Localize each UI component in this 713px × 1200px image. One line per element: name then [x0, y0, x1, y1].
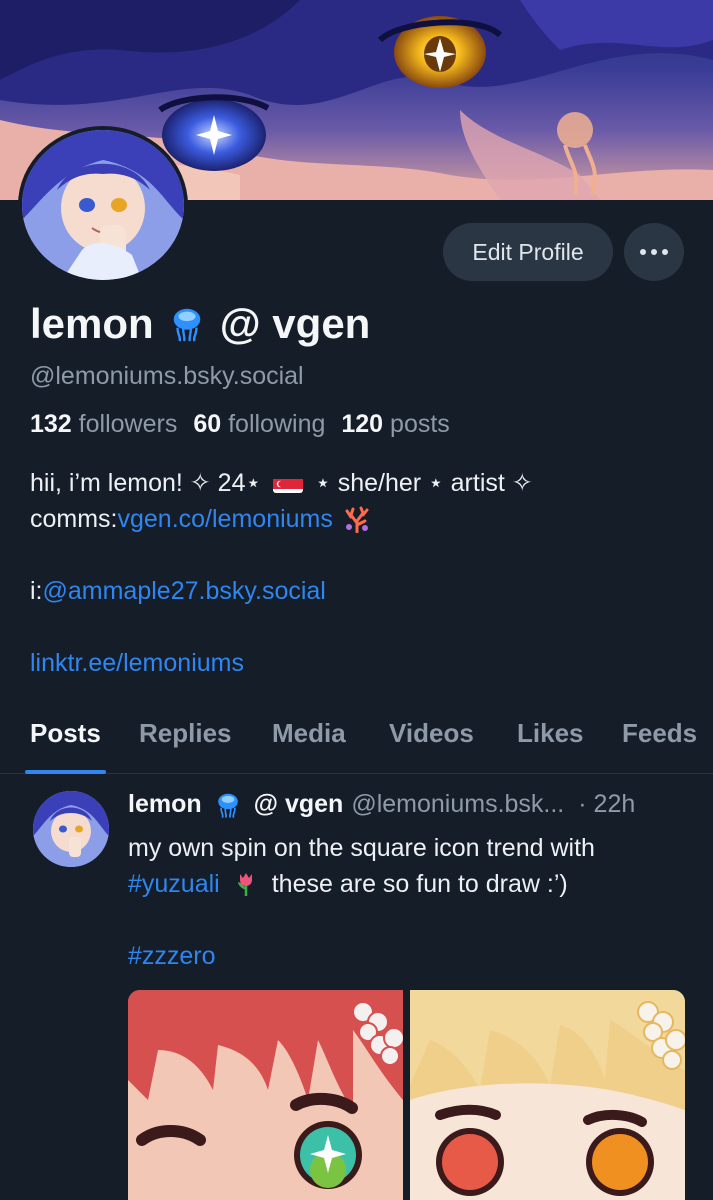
edit-profile-button[interactable]: Edit Profile	[443, 223, 613, 281]
tab-videos[interactable]: Videos	[389, 718, 474, 749]
post-author-avatar[interactable]	[33, 791, 109, 867]
post-author-name-part2[interactable]: @ vgen	[254, 790, 344, 819]
bio-line3-prefix: i:	[30, 577, 43, 605]
tab-feeds[interactable]: Feeds	[622, 718, 697, 749]
post-line1: my own spin on the square icon trend wit…	[128, 834, 595, 862]
tab-posts[interactable]: Posts	[30, 718, 101, 749]
tab-replies[interactable]: Replies	[139, 718, 232, 749]
profile-tabs: Posts Replies Media Videos Likes Feeds	[0, 712, 713, 774]
posts-stat: 120 posts	[341, 410, 449, 439]
followers-count: 132	[30, 410, 72, 438]
following-count: 60	[193, 410, 222, 438]
ellipsis-icon	[640, 249, 646, 255]
linktree-link[interactable]: linktr.ee/lemoniums	[30, 645, 244, 681]
jellyfish-emoji-icon	[217, 793, 238, 818]
tulip-emoji-icon	[237, 873, 252, 896]
posts-count: 120	[341, 410, 384, 438]
display-name-part2: @ vgen	[219, 300, 371, 347]
following-stat[interactable]: 60 following	[193, 410, 325, 439]
jellyfish-emoji-icon	[173, 308, 200, 342]
tab-media[interactable]: Media	[272, 718, 346, 749]
post-author-name-part1[interactable]: lemon	[128, 790, 202, 819]
bio-line1-a: hii, i’m lemon! ✧ 24⋆	[30, 469, 262, 497]
profile-bio: hii, i’m lemon! ✧ 24⋆ ⋆ she/her ⋆ artist…	[30, 465, 700, 681]
hashtag-zzzero[interactable]: #zzzero	[128, 938, 216, 974]
display-name-part1: lemon	[30, 300, 154, 347]
active-tab-indicator	[25, 770, 106, 774]
post-line2-rest: these are so fun to draw :’)	[271, 870, 568, 898]
post-author-handle[interactable]: @lemoniums.bsk...	[351, 790, 564, 819]
posts-label: posts	[390, 410, 450, 438]
ellipsis-dot	[651, 249, 657, 255]
profile-stats: 132 followers 60 following 120 posts	[30, 410, 450, 439]
bio-line1-b: ⋆ she/her ⋆ artist ✧	[315, 469, 533, 497]
profile-handle: @lemoniums.bsky.social	[30, 362, 304, 390]
post-image-1[interactable]	[128, 990, 403, 1200]
hashtag-yuzuali[interactable]: #yuzuali	[128, 866, 220, 902]
post-text: my own spin on the square icon trend wit…	[128, 830, 698, 974]
ellipsis-dot	[662, 249, 668, 255]
profile-avatar[interactable]	[18, 126, 188, 284]
post-header: lemon @ vgen @lemoniums.bsk... · 22h	[128, 790, 635, 819]
followers-stat[interactable]: 132 followers	[30, 410, 177, 439]
followers-label: followers	[78, 410, 178, 438]
singapore-flag-icon	[273, 473, 304, 493]
bio-line2-prefix: comms:	[30, 505, 118, 533]
post-image-2[interactable]	[410, 990, 685, 1200]
coral-emoji-icon	[345, 506, 369, 533]
mention-link[interactable]: @ammaple27.bsky.social	[43, 573, 326, 609]
tab-likes[interactable]: Likes	[517, 718, 584, 749]
more-options-button[interactable]	[624, 223, 684, 281]
display-name: lemon @ vgen	[30, 300, 370, 348]
post-media	[128, 990, 685, 1200]
following-label: following	[228, 410, 326, 438]
post-timestamp[interactable]: · 22h	[578, 790, 635, 819]
vgen-link[interactable]: vgen.co/lemoniums	[118, 501, 333, 537]
